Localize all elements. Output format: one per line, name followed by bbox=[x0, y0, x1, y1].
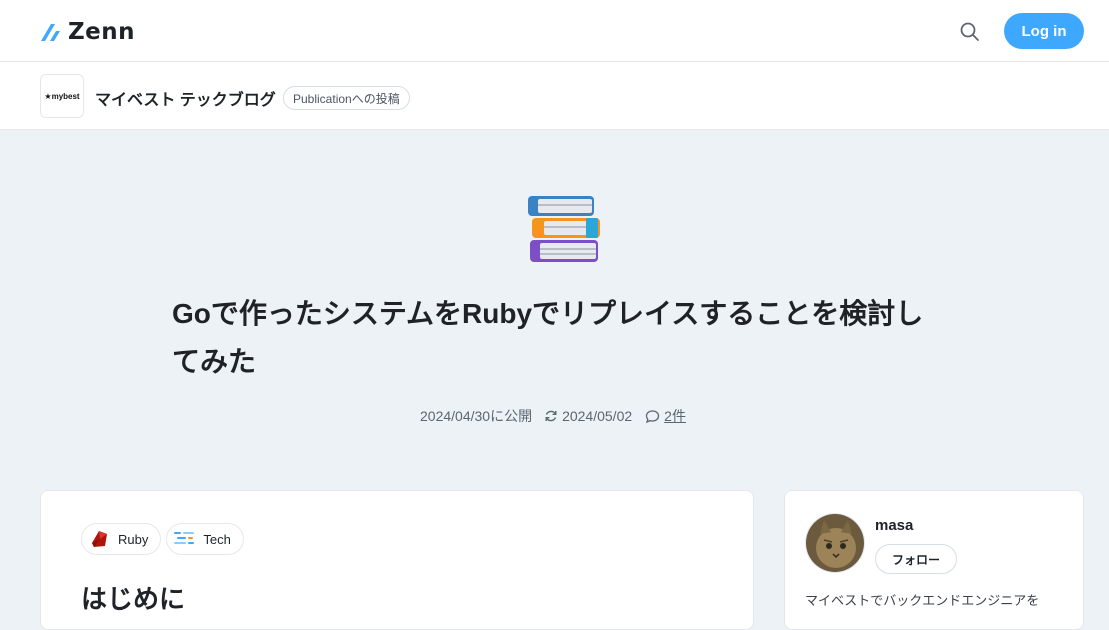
tag-list: Ruby Tech bbox=[81, 523, 244, 555]
tag-ruby[interactable]: Ruby bbox=[81, 523, 162, 555]
logo-text: Zenn bbox=[68, 19, 136, 45]
author-bio: マイベストでバックエンドエンジニアを bbox=[805, 593, 1040, 608]
section-heading: はじめに bbox=[81, 584, 186, 614]
article-body: Ruby Tech はじめに bbox=[40, 490, 754, 630]
search-button[interactable] bbox=[958, 20, 982, 44]
author-card: masa フォロー マイベストでバックエンドエンジニアを bbox=[784, 490, 1084, 630]
updated-date: 2024/05/02 bbox=[562, 408, 633, 424]
zenn-logo[interactable]: Zenn bbox=[40, 19, 135, 45]
comment-icon bbox=[646, 409, 660, 423]
refresh-icon bbox=[545, 410, 557, 422]
follow-button[interactable]: フォロー bbox=[875, 544, 957, 574]
author-name[interactable]: masa bbox=[875, 517, 913, 534]
author-avatar[interactable] bbox=[805, 513, 865, 573]
publication-name[interactable]: マイベスト テックブログ bbox=[95, 86, 276, 110]
zenn-logo-icon bbox=[41, 24, 60, 41]
tag-label: Ruby bbox=[118, 531, 149, 547]
tag-label: Tech bbox=[203, 531, 231, 547]
publication-bar: ★mybest マイベスト テックブログ Publicationへの投稿 bbox=[0, 62, 1109, 130]
publication-badge: Publicationへの投稿 bbox=[283, 86, 410, 110]
article-title-line1: Goで作ったシステムをRubyでリプレイスすることを検討し bbox=[172, 298, 924, 329]
books-icon bbox=[526, 192, 602, 268]
article-title: Goで作ったシステムをRubyでリプレイスすることを検討し てみた bbox=[172, 290, 952, 386]
updated-info: 2024/05/02 bbox=[544, 408, 632, 424]
tag-tech[interactable]: Tech bbox=[166, 523, 244, 555]
ruby-icon bbox=[88, 528, 110, 550]
publication-logo-text: ★mybest bbox=[44, 91, 80, 101]
publication-logo[interactable]: ★mybest bbox=[40, 74, 84, 118]
published-date: 2024/04/30に公開 bbox=[420, 408, 533, 424]
article-meta: 2024/04/30に公開 2024/05/02 2件 bbox=[420, 406, 686, 426]
comments-info: 2件 bbox=[645, 406, 686, 426]
article-title-line2: てみた bbox=[172, 346, 257, 377]
site-header: Zenn Log in bbox=[0, 0, 1109, 62]
search-icon bbox=[960, 22, 979, 41]
comments-link[interactable]: 2件 bbox=[664, 406, 686, 426]
tech-icon bbox=[173, 528, 195, 550]
login-button[interactable]: Log in bbox=[1004, 13, 1084, 49]
